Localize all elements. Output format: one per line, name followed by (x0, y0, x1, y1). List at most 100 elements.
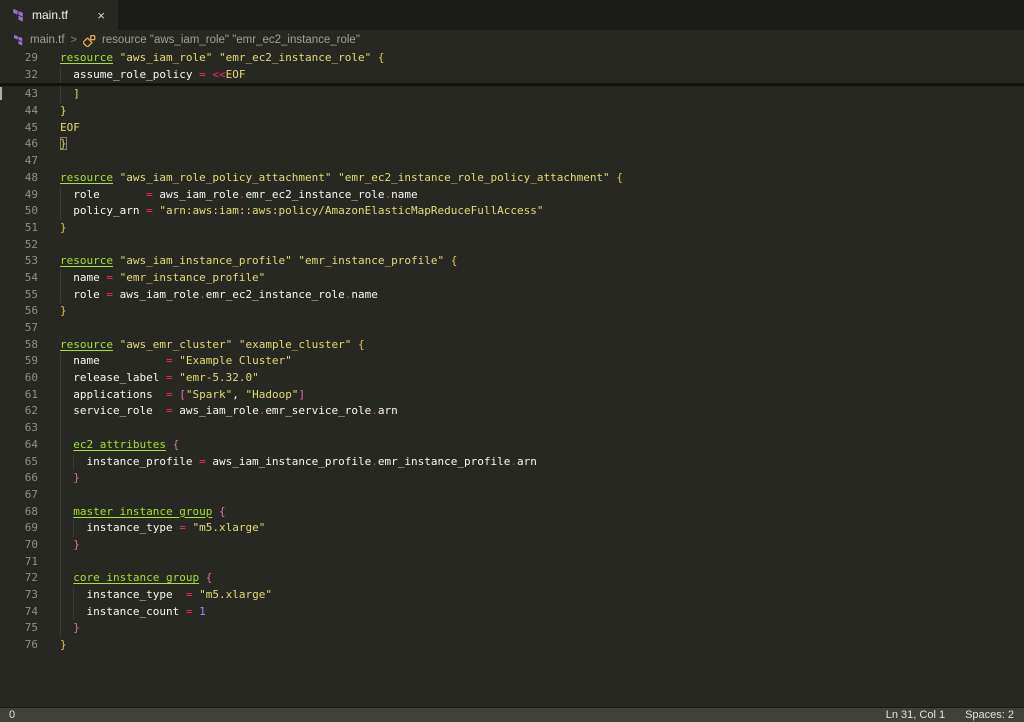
code-line: 59 name = "Example Cluster" (0, 353, 1024, 371)
indent-guide (60, 420, 61, 437)
code-line: 70 } (0, 536, 1024, 554)
breadcrumb-symbol[interactable]: resource "aws_iam_role" "emr_ec2_instanc… (102, 34, 360, 46)
indent-guide (60, 520, 61, 537)
status-problems-count[interactable]: 0 (9, 709, 15, 721)
indent-guide (60, 386, 61, 404)
line-number: 48 (24, 170, 38, 184)
indent-guide (60, 186, 61, 204)
indent-guide (60, 620, 61, 638)
line-number: 47 (24, 154, 38, 168)
status-indentation[interactable]: Spaces: 2 (965, 709, 1014, 721)
sticky-scroll: 29 resource "aws_iam_role" "emr_ec2_insta… (0, 50, 1024, 84)
code-line: 32 assume_role_policy = <<EOF (0, 66, 1024, 84)
code-line: 45 EOF (0, 120, 1024, 137)
line-number: 61 (24, 387, 38, 401)
close-icon[interactable]: × (94, 8, 108, 23)
indent-guide (60, 453, 61, 471)
indent-guide (60, 436, 61, 454)
indent-guide (60, 269, 61, 287)
line-number: 44 (24, 104, 38, 118)
code-line: 50 policy_arn = "arn:aws:iam::aws:policy… (0, 203, 1024, 220)
breadcrumb-file[interactable]: main.tf (30, 34, 65, 46)
indent-guide (73, 603, 75, 621)
code-line: 75 } (0, 620, 1024, 638)
line-number: 56 (24, 304, 38, 318)
line-number: 66 (24, 471, 38, 485)
terraform-file-icon (13, 34, 24, 46)
line-number: 32 (24, 67, 38, 81)
code-lines: 43 ] 44} 45 EOF 46} 47 48 resource "aws_iam_rol… (0, 86, 1024, 653)
line-number: 63 (24, 421, 38, 435)
code-line: 63 (0, 420, 1024, 437)
indent-guide (60, 486, 61, 504)
line-number: 55 (24, 287, 38, 301)
code-line: 48 resource "aws_iam_role_policy_attachme… (0, 170, 1024, 187)
breadcrumb: main.tf > resource "aws_iam_role" "emr_e… (0, 30, 1024, 50)
indent-guide (60, 370, 61, 387)
line-number: 53 (24, 254, 38, 268)
code-line: 44} (0, 103, 1024, 120)
editor-code-area[interactable]: 29 resource "aws_iam_role" "emr_ec2_insta… (0, 50, 1024, 707)
code-line: 62 service_role = aws_iam_role.emr_servi… (0, 403, 1024, 421)
line-number: 49 (24, 187, 38, 201)
code-line: 60 release_label = "emr-5.32.0" (0, 370, 1024, 387)
code-line: 52 (0, 237, 1024, 254)
code-line: 46} (0, 136, 1024, 153)
line-number: 70 (24, 537, 38, 551)
line-number: 50 (24, 204, 38, 218)
indent-guide (60, 570, 61, 587)
line-number: 67 (24, 487, 38, 501)
indent-guide (60, 353, 61, 371)
tab-label: main.tf (32, 8, 69, 22)
line-number: 76 (24, 638, 38, 652)
code-line: 66 } (0, 470, 1024, 487)
indent-guide (60, 503, 61, 521)
code-line: 68 master_instance_group { (0, 503, 1024, 521)
line-number: 46 (24, 137, 38, 151)
code-line: 73 instance_type = "m5.xlarge" (0, 587, 1024, 604)
line-number: 68 (24, 504, 38, 518)
line-number: 58 (24, 337, 38, 351)
tab-main-tf[interactable]: main.tf × (0, 0, 118, 30)
indent-guide (60, 86, 61, 104)
status-bar: 0 Ln 31, Col 1 Spaces: 2 (0, 707, 1024, 722)
indent-guide (60, 403, 61, 421)
line-number: 59 (24, 354, 38, 368)
code-line: 58 resource "aws_emr_cluster" "example_cl… (0, 337, 1024, 354)
line-number: 51 (24, 220, 38, 234)
tab-bar: main.tf × (0, 0, 1024, 30)
indent-guide (60, 536, 61, 554)
code-line: 61 applications = ["Spark", "Hadoop"] (0, 386, 1024, 404)
line-number: 52 (24, 237, 38, 251)
indent-guide (73, 453, 75, 471)
code-line: 57 (0, 320, 1024, 337)
code-line: 54 name = "emr_instance_profile" (0, 269, 1024, 287)
code-line: 47 (0, 153, 1024, 170)
code-line: 53 resource "aws_iam_instance_profile" "e… (0, 253, 1024, 270)
indent-guide (60, 286, 61, 304)
symbol-class-icon (82, 34, 96, 47)
line-number: 71 (24, 554, 38, 568)
line-number: 43 (24, 87, 38, 101)
indent-guide (60, 553, 61, 571)
indent-guide (73, 587, 75, 604)
line-number: 57 (24, 321, 38, 334)
line-number: 69 (24, 521, 38, 535)
line-number: 75 (24, 621, 38, 635)
code-line: 43 ] (0, 86, 1024, 104)
indent-guide (60, 203, 61, 220)
line-number: 62 (24, 404, 38, 418)
code-line: 71 (0, 553, 1024, 571)
code-line: 29 resource "aws_iam_role" "emr_ec2_insta… (0, 50, 1024, 67)
code-line: 49 role = aws_iam_role.emr_ec2_instance_… (0, 186, 1024, 204)
line-number: 65 (24, 454, 38, 468)
status-cursor-position[interactable]: Ln 31, Col 1 (886, 709, 945, 721)
line-number: 54 (24, 270, 38, 284)
line-number: 72 (24, 571, 38, 585)
indent-guide (60, 603, 61, 621)
line-number: 73 (24, 588, 38, 601)
code-line: 74 instance_count = 1 (0, 603, 1024, 621)
code-line: 67 (0, 486, 1024, 504)
indent-guide (60, 587, 61, 604)
chevron-right-icon: > (70, 34, 77, 46)
